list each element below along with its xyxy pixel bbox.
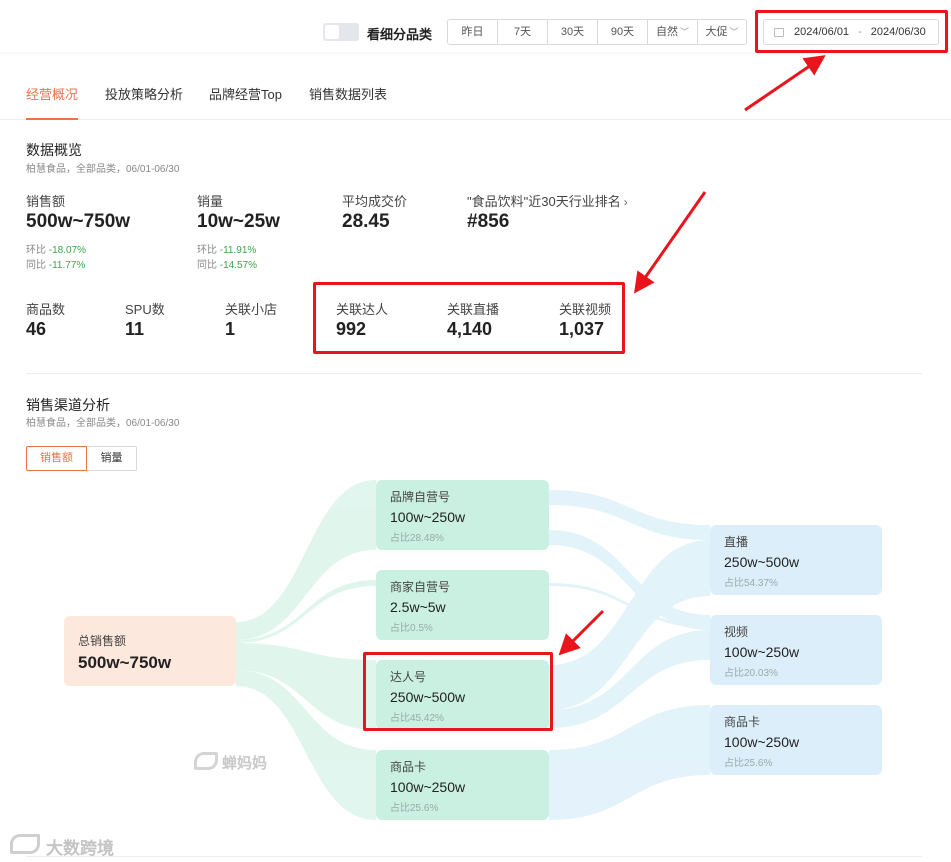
channel-subtitle: 柏慧食品，全部品类，06/01-06/30 [26, 418, 180, 429]
period-7d-button[interactable]: 7天 [498, 20, 548, 44]
sankey-target-live[interactable]: 直播 250w~500w 占比54.37% [710, 525, 882, 595]
sankey-node-merchant-self[interactable]: 商家自营号 2.5w~5w 占比0.5% [376, 570, 549, 640]
annotation-box-influencer-node [363, 652, 553, 731]
node-value: 250w~500w [724, 554, 800, 570]
node-value: 100w~250w [390, 509, 466, 525]
node-percent: 占比54.37% [724, 578, 778, 589]
period-yesterday-button[interactable]: 昨日 [448, 20, 498, 44]
node-label: 商品卡 [390, 760, 427, 774]
metric-sales-value: 500w~750w [26, 211, 131, 232]
node-percent: 占比28.48% [390, 533, 444, 544]
channel-title: 销售渠道分析 [26, 397, 110, 413]
section-divider [26, 373, 922, 374]
toggle-sales-volume[interactable]: 销量 [87, 446, 137, 471]
toggle-sales-amount[interactable]: 销售额 [26, 446, 87, 471]
chanmama-logo-icon [194, 752, 218, 770]
tab-sales-list[interactable]: 销售数据列表 [309, 84, 387, 103]
node-label: 直播 [724, 535, 749, 549]
channel-metric-toggle: 销售额 销量 [26, 446, 137, 471]
metric-avg-price-value: 28.45 [342, 211, 390, 232]
count-shops-value: 1 [225, 319, 236, 339]
source-label: 总销售额 [78, 634, 127, 648]
dashu-logo-icon [10, 834, 40, 854]
metric-sales-mom: 环比 -18.07% [26, 245, 87, 256]
overview-title: 数据概览 [26, 142, 82, 158]
count-spu-value: 11 [125, 319, 145, 339]
node-value: 100w~250w [724, 644, 800, 660]
sankey-node-product-card[interactable]: 商品卡 100w~250w 占比25.6% [376, 750, 549, 820]
metric-volume-mom: 环比 -11.91% [197, 245, 257, 256]
sankey-node-brand-self[interactable]: 品牌自营号 100w~250w 占比28.48% [376, 480, 549, 550]
node-label: 商家自营号 [390, 580, 451, 594]
node-value: 100w~250w [390, 779, 466, 795]
sankey-target-product-card[interactable]: 商品卡 100w~250w 占比25.6% [710, 705, 882, 775]
chevron-right-icon: › [623, 195, 628, 209]
node-value: 100w~250w [724, 734, 800, 750]
toggle-knob [325, 25, 339, 39]
period-selector: 昨日 7天 30天 90天 自然 ﹀ 大促 ﹀ [447, 19, 747, 45]
annotation-box-linked-counts [313, 282, 625, 354]
bottom-divider [26, 856, 922, 857]
metric-volume-yoy: 同比 -14.57% [197, 260, 258, 271]
tab-brand-top[interactable]: 品牌经营Top [209, 84, 282, 103]
sankey-target-video[interactable]: 视频 100w~250w 占比20.03% [710, 615, 882, 685]
industry-rank-link[interactable]: "食品饮料"近30天行业排名 › [467, 191, 628, 210]
source-value: 500w~750w [78, 653, 172, 672]
node-label: 品牌自营号 [390, 490, 451, 504]
node-label: 视频 [724, 625, 749, 639]
watermark-center: 蝉妈妈 [222, 755, 268, 772]
metric-avg-price-label: 平均成交价 [342, 194, 408, 209]
metric-volume-value: 10w~25w [197, 211, 280, 232]
metric-sales-label: 销售额 [26, 194, 66, 209]
node-percent: 占比0.5% [390, 623, 433, 634]
period-natural-dropdown[interactable]: 自然 ﹀ [648, 20, 698, 44]
node-percent: 占比25.6% [390, 803, 439, 814]
node-value: 2.5w~5w [390, 599, 446, 615]
count-products-value: 46 [26, 319, 47, 339]
metric-volume-label: 销量 [197, 194, 224, 209]
count-spu-label: SPU数 [125, 302, 165, 317]
chevron-down-icon: ﹀ [729, 27, 739, 37]
overview-subtitle: 柏慧食品，全部品类，06/01-06/30 [26, 164, 180, 175]
chevron-down-icon: ﹀ [679, 27, 689, 37]
node-percent: 占比25.6% [724, 758, 773, 769]
industry-rank-value: #856 [467, 211, 510, 232]
active-tab-indicator [26, 118, 78, 120]
count-products-label: 商品数 [26, 302, 66, 317]
subcategory-toggle[interactable] [323, 23, 359, 41]
subcategory-toggle-label: 看细分品类 [367, 27, 433, 42]
node-label: 商品卡 [724, 715, 761, 729]
tab-business-overview[interactable]: 经营概况 [26, 84, 78, 103]
period-30d-button[interactable]: 30天 [548, 20, 598, 44]
tab-ad-strategy[interactable]: 投放策略分析 [105, 84, 183, 103]
metric-sales-yoy: 同比 -11.77% [26, 260, 86, 271]
annotation-box-date-range [755, 10, 948, 53]
sankey-source-total-sales[interactable]: 总销售额 500w~750w [64, 616, 236, 686]
main-tabs: 经营概况 投放策略分析 品牌经营Top 销售数据列表 [0, 52, 951, 120]
period-90d-button[interactable]: 90天 [598, 20, 648, 44]
period-promo-dropdown[interactable]: 大促 ﹀ [698, 20, 746, 44]
count-shops-label: 关联小店 [225, 302, 278, 317]
node-percent: 占比20.03% [724, 668, 778, 679]
